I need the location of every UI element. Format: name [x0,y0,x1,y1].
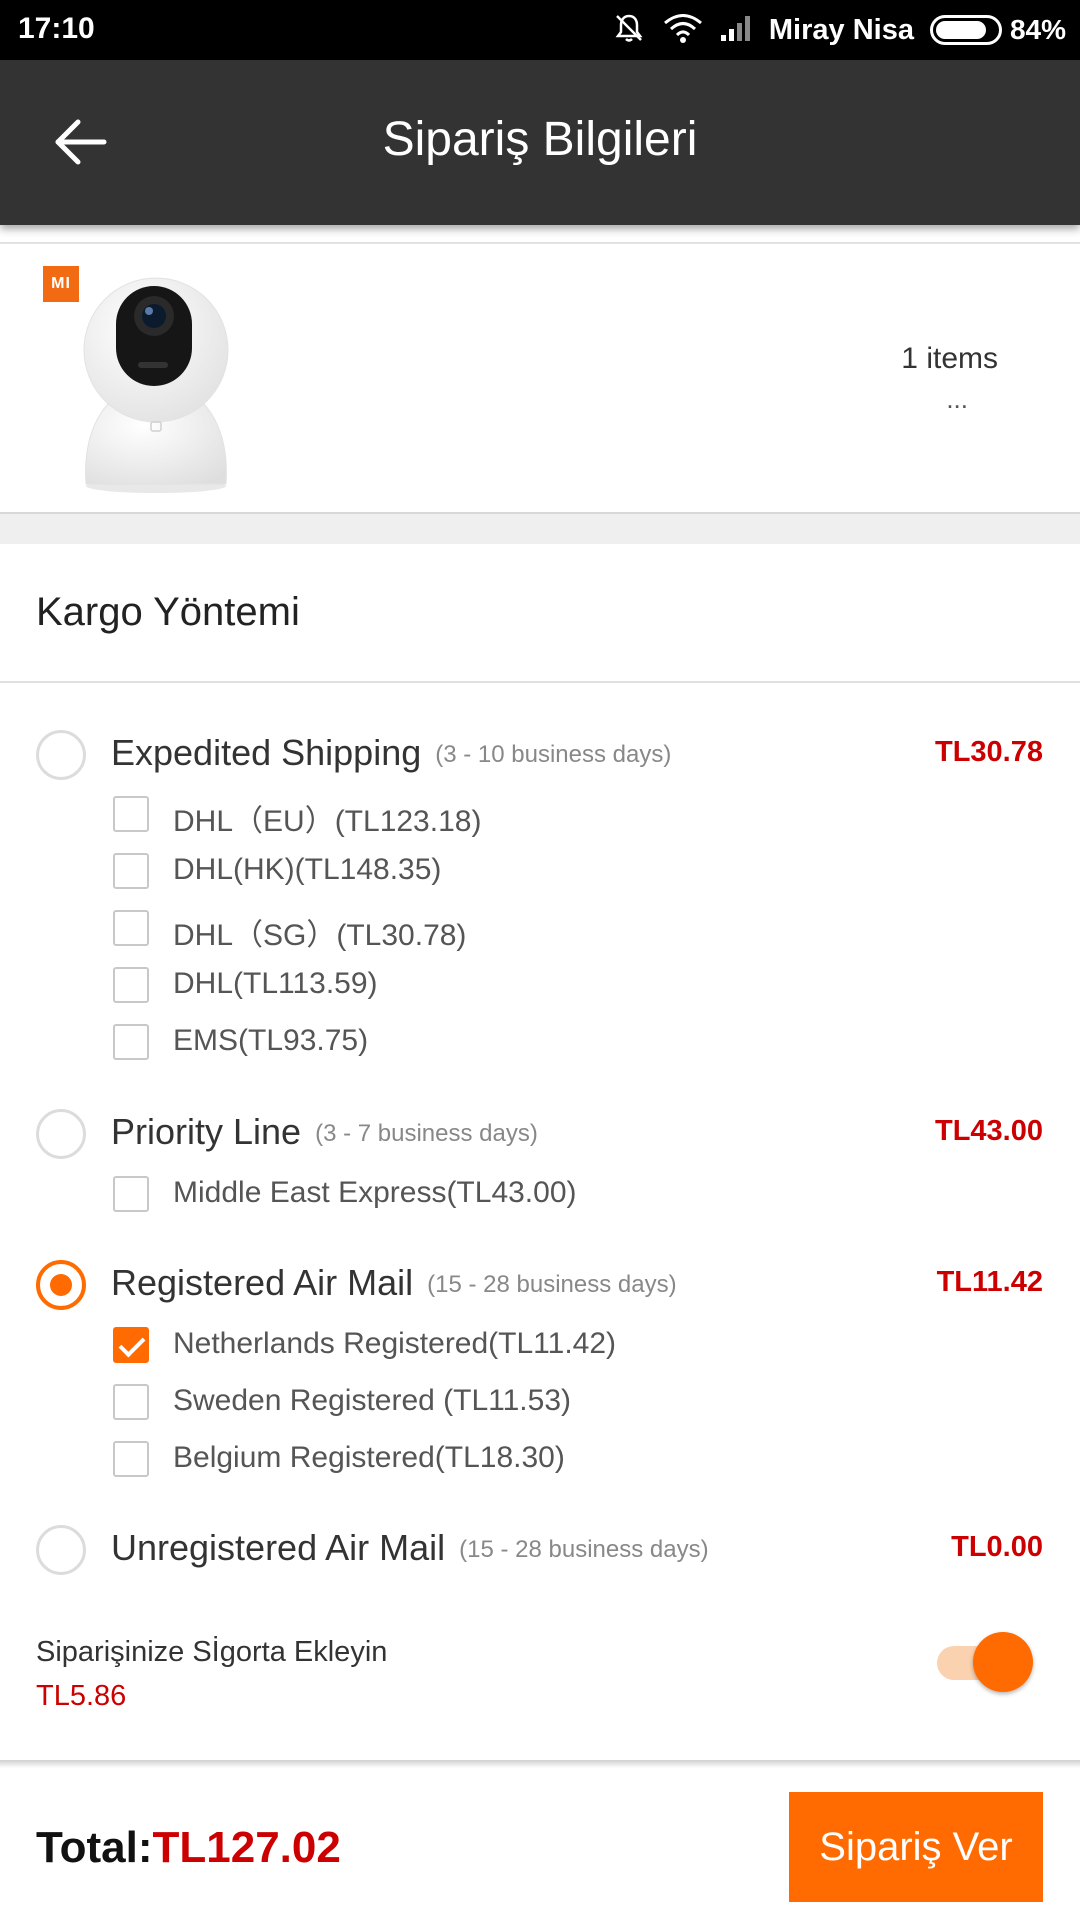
carrier-label: DHL(TL113.59) [173,967,378,1000]
shipping-method-name: Expedited Shipping (3 - 10 business days) [111,732,671,774]
method-price: TL30.78 [935,736,1043,768]
bottom-bar-shadow [0,1760,1080,1768]
signal-icon [719,13,753,48]
items-count: 1 items [901,342,998,375]
method-price: TL43.00 [935,1115,1043,1147]
product-camera-image [83,277,229,493]
method-name-text: Expedited Shipping [111,732,422,773]
method-price: TL11.42 [936,1266,1043,1298]
shipping-method-radio[interactable] [36,1260,86,1310]
carrier-checkbox[interactable] [113,1327,149,1363]
carrier-label: Belgium Registered(TL18.30) [173,1441,565,1474]
shipping-method-name: Unregistered Air Mail (15 - 28 business d… [111,1527,709,1569]
status-icons: Miray Nisa 84% [595,10,1066,50]
carrier-label: DHL（EU）(TL123.18) [173,805,482,838]
insurance-label: Siparişinize Sİgorta Ekleyin [36,1636,388,1668]
carrier-label: Sweden Registered (TL11.53) [173,1384,571,1417]
bottom-bar: Total:TL127.02 Sipariş Ver [0,1768,1080,1920]
carrier-checkbox[interactable] [113,1384,149,1420]
status-time: 17:10 [18,12,95,45]
total-label: Total: [36,1823,153,1872]
insurance-price: TL5.86 [36,1680,127,1712]
page-title: Sipariş Bilgileri [382,113,698,166]
battery-icon [929,15,1002,45]
mi-brand-badge: MI [43,266,79,302]
carrier-checkbox[interactable] [113,853,149,889]
shipping-method-expedited[interactable]: Expedited Shipping (3 - 10 business days)… [0,724,1080,784]
method-days: (15 - 28 business days) [459,1536,709,1563]
product-summary[interactable]: MI 1 items ... [0,244,1080,512]
place-order-button[interactable]: Sipariş Ver [789,1792,1043,1902]
wifi-icon [663,12,703,49]
method-days: (15 - 28 business days) [427,1271,677,1298]
divider [0,681,1080,683]
carrier-checkbox[interactable] [113,1176,149,1212]
carrier-checkbox[interactable] [113,967,149,1003]
shipping-method-registered-air-mail[interactable]: Registered Air Mail (15 - 28 business day… [0,1254,1080,1314]
carrier-label: DHL(HK)(TL148.35) [173,853,442,886]
carrier-label: Netherlands Registered(TL11.42) [173,1327,617,1360]
shipping-method-priority-line[interactable]: Priority Line (3 - 7 business days) TL43.… [0,1103,1080,1163]
shipping-method-radio[interactable] [36,730,86,780]
toggle-thumb [973,1632,1033,1692]
carrier-name: Miray Nisa [768,13,914,46]
battery-level [935,21,987,39]
section-gap [0,514,1080,544]
carrier-label: EMS(TL93.75) [173,1024,369,1057]
order-info-screen: 17:10 Miray Nisa 84% Sipariş Bilgileri M… [0,0,1080,1920]
insurance-toggle[interactable] [937,1632,1033,1692]
carrier-checkbox[interactable] [113,1441,149,1477]
method-name-text: Unregistered Air Mail [111,1527,446,1568]
method-name-text: Priority Line [111,1111,302,1152]
mute-bell-icon [611,10,647,51]
method-name-text: Registered Air Mail [111,1262,414,1303]
carrier-label: Middle East Express(TL43.00) [173,1176,577,1209]
carrier-checkbox[interactable] [113,796,149,832]
shipping-method-unregistered-air-mail[interactable]: Unregistered Air Mail (15 - 28 business d… [0,1519,1080,1579]
carrier-checkbox[interactable] [113,1024,149,1060]
order-total: Total:TL127.02 [36,1823,341,1873]
carrier-checkbox[interactable] [113,910,149,946]
method-days: (3 - 10 business days) [435,741,672,768]
shipping-method-radio[interactable] [36,1109,86,1159]
items-more: ... [946,384,968,414]
shipping-method-name: Priority Line (3 - 7 business days) [111,1111,538,1153]
method-days: (3 - 7 business days) [315,1120,538,1147]
app-bar: Sipariş Bilgileri [0,60,1080,225]
shipping-method-radio[interactable] [36,1525,86,1575]
shipping-method-name: Registered Air Mail (15 - 28 business day… [111,1262,677,1304]
battery-percent: 84% [1009,14,1066,45]
carrier-label: DHL（SG）(TL30.78) [173,919,467,952]
total-value: TL127.02 [152,1823,341,1872]
status-bar: 17:10 Miray Nisa 84% [0,0,1080,60]
shipping-section-title: Kargo Yöntemi [36,590,300,634]
method-price: TL0.00 [951,1531,1043,1563]
